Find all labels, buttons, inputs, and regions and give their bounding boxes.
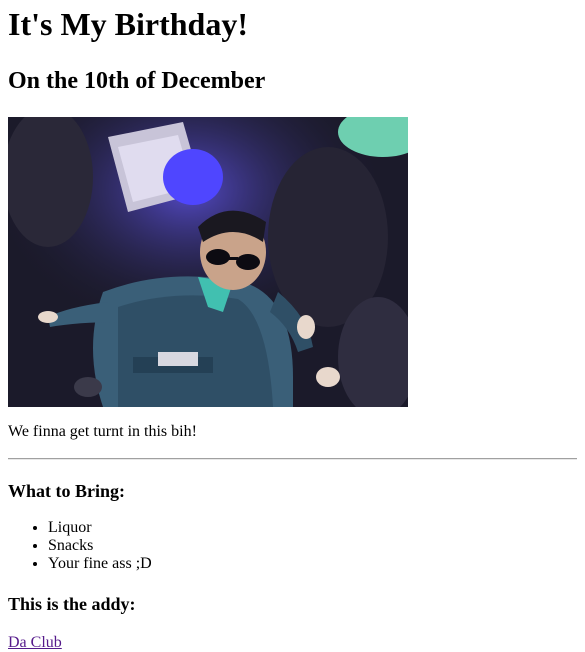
party-tagline: We finna get turnt in this bih! xyxy=(8,423,197,440)
list-item: Your fine ass ;D xyxy=(48,555,577,573)
bring-list: Liquor Snacks Your fine ass ;D xyxy=(8,502,577,573)
page-content: It's My Birthday! On the 10th of Decembe… xyxy=(0,0,585,652)
date-heading: On the 10th of December xyxy=(8,68,266,94)
list-item: Snacks xyxy=(48,537,577,555)
birthday-dance-image xyxy=(8,117,408,407)
address-link[interactable]: Da Club xyxy=(8,634,62,652)
bring-heading: What to Bring: xyxy=(8,481,125,501)
page-title: It's My Birthday! xyxy=(8,6,248,42)
address-heading: This is the addy: xyxy=(8,594,136,614)
list-item: Liquor xyxy=(48,519,577,537)
